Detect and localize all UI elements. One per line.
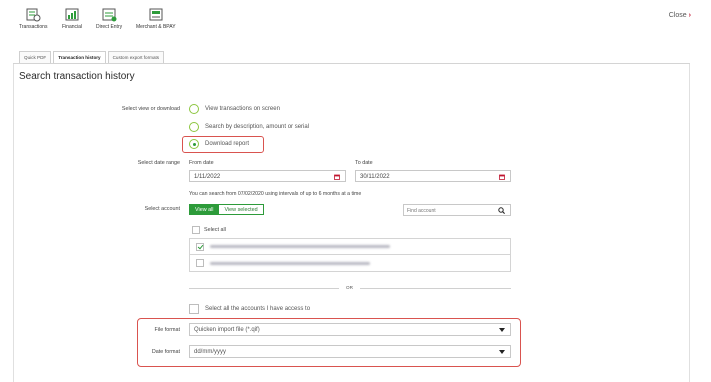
search-icon[interactable] — [498, 207, 505, 214]
close-label: Close — [668, 12, 687, 19]
calendar-icon[interactable] — [334, 174, 340, 180]
nav-financial-label: Financial — [62, 24, 83, 30]
account-row[interactable] — [190, 255, 510, 271]
select-all-checkbox[interactable] — [192, 226, 200, 234]
top-navigation: Transactions Financial Direct Entry Merc… — [0, 0, 711, 42]
date-format-select[interactable]: dd/mm/yyyy — [189, 345, 511, 358]
date-format-value: dd/mm/yyyy — [194, 349, 227, 355]
chevron-down-icon — [499, 328, 505, 332]
nav-merchant-bpay[interactable]: Merchant & BPAY — [136, 8, 176, 30]
from-date-field[interactable]: 1/11/2022 — [189, 170, 346, 182]
to-date-value: 30/11/2022 — [360, 174, 390, 180]
account-list — [189, 238, 511, 272]
radio-button[interactable] — [189, 122, 199, 132]
calendar-icon[interactable] — [499, 174, 505, 180]
radio-label: Search by description, amount or serial — [205, 124, 310, 130]
divider-line — [360, 288, 511, 289]
date-range-hint: You can search from 07/02/2020 using int… — [189, 191, 362, 197]
or-label: OR — [346, 285, 353, 290]
close-link[interactable]: Close › — [669, 12, 691, 19]
account-checkbox-checked[interactable] — [196, 242, 204, 251]
view-selected-button[interactable]: View selected — [219, 204, 264, 215]
radio-view-on-screen[interactable]: View transactions on screen — [189, 104, 280, 114]
radio-button[interactable] — [189, 104, 199, 114]
select-all-label: Select all — [204, 227, 226, 233]
divider-line — [189, 288, 339, 289]
nav-transactions-label: Transactions — [19, 24, 48, 30]
nav-direct-entry-label: Direct Entry — [96, 24, 123, 30]
to-date-field[interactable]: 30/11/2022 — [355, 170, 511, 182]
account-row[interactable] — [190, 239, 510, 255]
financial-icon — [65, 8, 79, 21]
file-format-select[interactable]: Quicken import file (*.qif) — [189, 323, 511, 336]
select-account-label: Select account — [144, 206, 180, 212]
from-date-caption: From date — [189, 160, 214, 166]
view-all-button[interactable]: View all — [189, 204, 220, 215]
radio-search[interactable]: Search by description, amount or serial — [189, 122, 309, 132]
select-all-row[interactable]: Select all — [192, 226, 226, 234]
redacted-account-text — [210, 261, 370, 265]
find-account-box — [403, 204, 511, 216]
select-all-access-label: Select all the accounts I have access to — [205, 306, 311, 312]
merchant-bpay-icon — [149, 8, 163, 21]
chevron-right-icon: › — [688, 12, 691, 19]
page-title: Search transaction history — [19, 71, 135, 82]
date-range-label: Select date range — [137, 160, 180, 166]
download-highlight — [182, 136, 264, 153]
transactions-icon — [26, 8, 41, 22]
from-date-value: 1/11/2022 — [194, 174, 221, 180]
select-all-access-checkbox[interactable] — [189, 304, 199, 314]
account-checkbox[interactable] — [196, 259, 204, 267]
radio-label: View transactions on screen — [205, 106, 280, 112]
find-account-input[interactable] — [407, 206, 497, 215]
nav-merchant-bpay-label: Merchant & BPAY — [136, 24, 176, 30]
nav-financial[interactable]: Financial — [62, 8, 82, 30]
redacted-account-text — [210, 245, 390, 248]
view-label: Select view or download — [121, 106, 180, 112]
nav-transactions[interactable]: Transactions — [19, 8, 47, 30]
view-toggle: View all View selected — [189, 204, 264, 215]
or-divider: OR — [189, 285, 511, 291]
to-date-caption: To date — [355, 160, 373, 166]
chevron-down-icon — [499, 350, 505, 354]
file-format-value: Quicken import file (*.qif) — [194, 327, 260, 333]
nav-direct-entry[interactable]: Direct Entry — [96, 8, 122, 30]
file-format-label: File format — [154, 327, 180, 333]
date-format-label: Date format — [151, 349, 180, 355]
direct-entry-icon — [102, 8, 117, 22]
select-all-access-row[interactable]: Select all the accounts I have access to — [189, 304, 310, 314]
tab-divider — [13, 63, 690, 64]
